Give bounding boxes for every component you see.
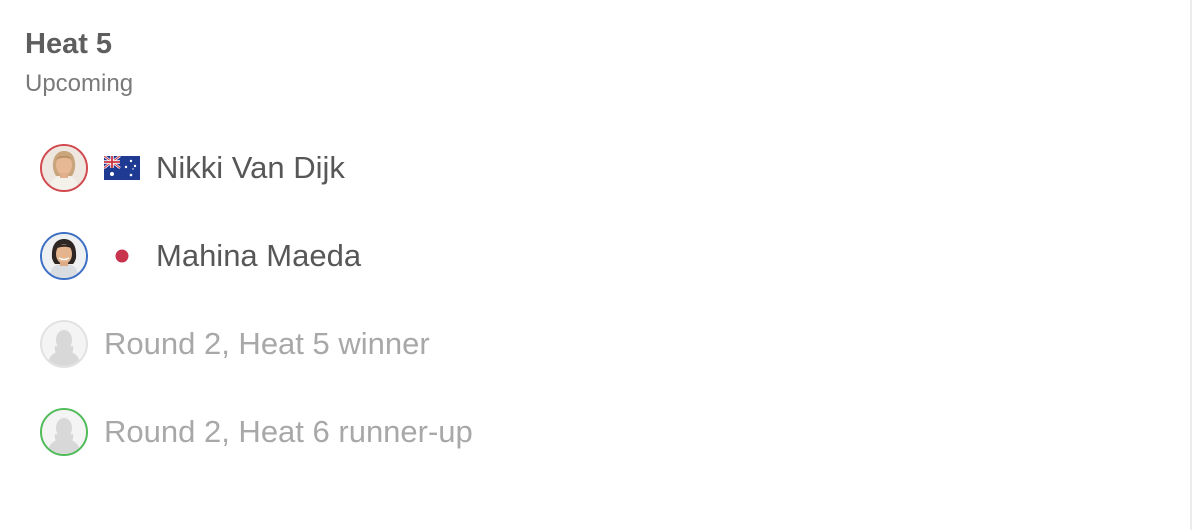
athlete-avatar[interactable] — [40, 144, 88, 192]
person-silhouette-icon — [42, 410, 86, 454]
heat-title: Heat 5 — [25, 28, 113, 60]
australia-flag-icon — [104, 156, 140, 180]
athlete-avatar[interactable] — [40, 232, 88, 280]
heat-card: Heat 5 Upcoming Nikki Van Dijk Mahina Ma… — [0, 0, 1192, 530]
heat-status: Upcoming — [25, 70, 134, 97]
placeholder-label: Round 2, Heat 6 runner-up — [104, 414, 473, 449]
placeholder-row: Round 2, Heat 6 runner-up — [40, 408, 940, 456]
japan-flag-icon — [104, 244, 140, 268]
person-silhouette-icon — [42, 322, 86, 366]
athlete-photo-icon — [42, 146, 86, 190]
athlete-name[interactable]: Nikki Van Dijk — [156, 148, 345, 188]
placeholder-label: Round 2, Heat 5 winner — [104, 326, 430, 361]
placeholder-avatar — [40, 408, 88, 456]
athlete-photo-icon — [42, 234, 86, 278]
athlete-row[interactable]: Nikki Van Dijk — [40, 144, 940, 192]
athlete-row[interactable]: Mahina Maeda — [40, 232, 940, 280]
placeholder-row: Round 2, Heat 5 winner — [40, 320, 940, 368]
placeholder-avatar — [40, 320, 88, 368]
athlete-name[interactable]: Mahina Maeda — [156, 236, 361, 276]
